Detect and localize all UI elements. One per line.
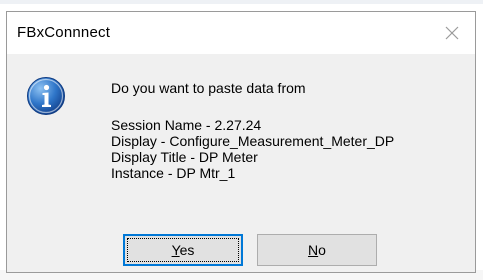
close-icon	[445, 26, 459, 40]
message-line-display: Display - Configure_Measurement_Meter_DP	[111, 133, 395, 149]
message-line-session-name: Session Name - 2.27.24	[111, 117, 262, 133]
information-icon	[27, 77, 65, 115]
background-window-edge	[0, 0, 483, 4]
message-question: Do you want to paste data from	[111, 80, 306, 96]
yes-button-label: Yes	[171, 242, 195, 258]
close-button[interactable]	[429, 12, 475, 54]
yes-button[interactable]: Yes	[123, 234, 243, 266]
message-line-display-title: Display Title - DP Meter	[111, 149, 258, 165]
title-bar: FBxConnnect	[7, 12, 475, 54]
message-line-instance: Instance - DP Mtr_1	[111, 165, 236, 181]
message-dialog: FBxConnnect Do you want to paste data fr…	[6, 11, 476, 273]
dialog-title: FBxConnnect	[17, 24, 111, 41]
no-button[interactable]: No	[257, 234, 377, 266]
dialog-body: Do you want to paste data from Session N…	[7, 54, 475, 272]
no-button-label: No	[308, 242, 326, 258]
